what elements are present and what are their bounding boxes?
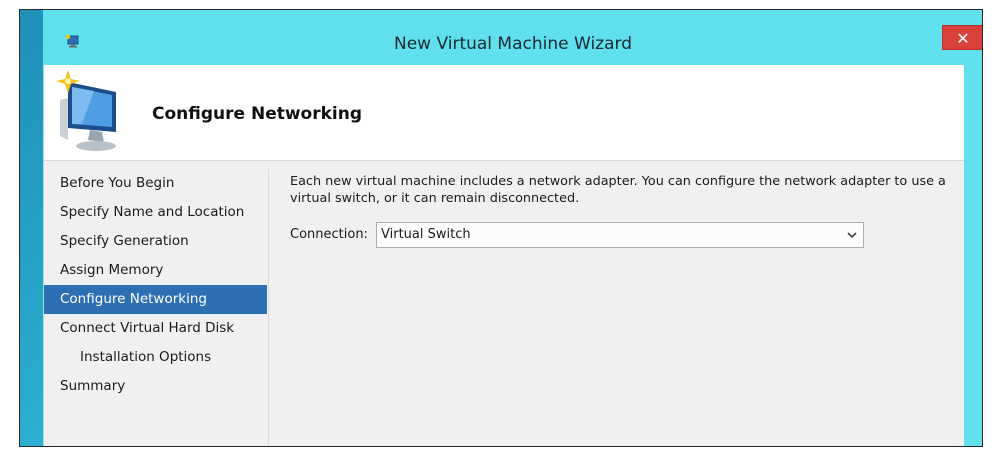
- screenshot-frame: New Virtual Machine Wizard ✕ Configure N…: [19, 9, 983, 447]
- wizard-window: New Virtual Machine Wizard ✕ Configure N…: [43, 10, 982, 446]
- wizard-client-area: Configure Networking Before You Begin Sp…: [43, 65, 964, 446]
- monitor-sparkle-icon: [56, 70, 116, 151]
- wizard-body: Before You Begin Specify Name and Locati…: [44, 161, 964, 446]
- step-before-you-begin[interactable]: Before You Begin: [44, 169, 268, 198]
- step-configure-networking[interactable]: Configure Networking: [44, 285, 267, 314]
- close-button[interactable]: ✕: [942, 25, 982, 50]
- connection-label: Connection:: [290, 227, 368, 242]
- step-connect-virtual-hard-disk[interactable]: Connect Virtual Hard Disk: [44, 314, 268, 343]
- connection-value: Virtual Switch: [381, 227, 471, 242]
- connection-row: Connection: Virtual Switch: [290, 222, 870, 248]
- connection-dropdown[interactable]: Virtual Switch: [376, 222, 864, 248]
- networking-panel: Each new virtual machine includes a netw…: [290, 173, 955, 248]
- step-assign-memory[interactable]: Assign Memory: [44, 256, 268, 285]
- step-installation-options[interactable]: Installation Options: [44, 343, 268, 372]
- wizard-steps-nav: Before You Begin Specify Name and Locati…: [44, 169, 269, 446]
- page-title: Configure Networking: [152, 104, 363, 124]
- step-specify-generation[interactable]: Specify Generation: [44, 227, 268, 256]
- chevron-down-icon: [847, 232, 857, 239]
- step-specify-name-and-location[interactable]: Specify Name and Location: [44, 198, 268, 227]
- wizard-header: Configure Networking: [44, 65, 964, 161]
- window-title: New Virtual Machine Wizard: [394, 34, 632, 54]
- step-summary[interactable]: Summary: [44, 372, 268, 401]
- title-bar[interactable]: New Virtual Machine Wizard ✕: [43, 10, 982, 64]
- description-text: Each new virtual machine includes a netw…: [290, 174, 946, 206]
